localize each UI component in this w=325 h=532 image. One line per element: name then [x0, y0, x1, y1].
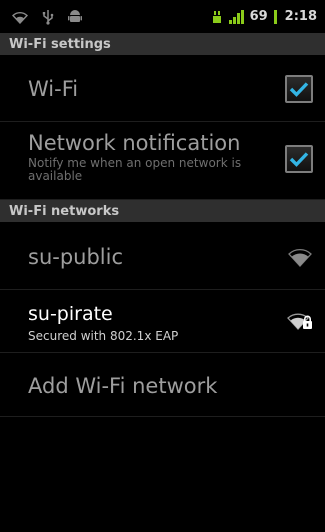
- network-notification-label: Network notification: [28, 131, 241, 155]
- network-notification-summary: Notify me when an open network is availa…: [28, 156, 242, 183]
- wifi-toggle-row[interactable]: Wi-Fi: [0, 55, 325, 122]
- wifi-signal-icon: [287, 247, 313, 271]
- android-debug-icon: [68, 9, 82, 24]
- network-status: Secured with 802.1x EAP: [28, 329, 179, 343]
- battery-icon: [273, 9, 277, 24]
- sim-icon: [212, 10, 222, 24]
- network-ssid: su-public: [28, 245, 124, 269]
- status-bar: 69 2:18: [0, 0, 325, 33]
- checkmark-icon: [289, 152, 309, 167]
- wifi-status-icon: [12, 10, 28, 24]
- clock: 2:18: [284, 9, 317, 24]
- add-wifi-network-button[interactable]: Add Wi-Fi network: [0, 353, 325, 417]
- signal-icon: [228, 9, 244, 24]
- add-wifi-network-label: Add Wi-Fi network: [28, 374, 218, 398]
- section-header-wifi-settings: Wi-Fi settings: [0, 33, 325, 55]
- checkmark-icon: [289, 82, 309, 97]
- network-ssid: su-pirate: [28, 303, 113, 325]
- wifi-checkbox[interactable]: [285, 75, 313, 103]
- wifi-secured-icon: [287, 310, 313, 334]
- network-item-su-public[interactable]: su-public: [0, 222, 325, 290]
- battery-level: 69: [249, 9, 268, 24]
- network-notification-checkbox[interactable]: [285, 145, 313, 173]
- usb-icon: [42, 9, 54, 25]
- network-item-su-pirate[interactable]: su-pirate Secured with 802.1x EAP: [0, 290, 325, 353]
- wifi-toggle-label: Wi-Fi: [28, 77, 79, 101]
- network-notification-row[interactable]: Network notification Notify me when an o…: [0, 122, 325, 200]
- section-header-wifi-networks: Wi-Fi networks: [0, 200, 325, 222]
